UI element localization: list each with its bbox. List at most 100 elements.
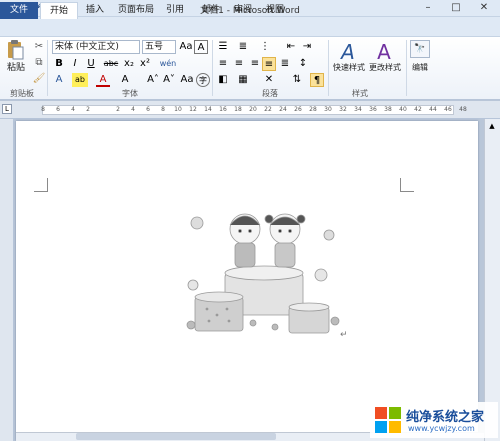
ruler-tick: 28 xyxy=(309,106,317,113)
font-size-combo[interactable]: 五号 xyxy=(142,40,176,54)
ruler-tick: 36 xyxy=(369,106,377,113)
restore-button[interactable]: □ xyxy=(442,0,470,16)
ruler-tick: 32 xyxy=(339,106,347,113)
change-styles-button[interactable]: 更改样式 xyxy=(366,62,404,76)
grow-font-button[interactable]: A˄ xyxy=(146,73,160,87)
ruler-tick: 14 xyxy=(204,106,212,113)
copy-icon[interactable]: ⧉ xyxy=(32,56,46,70)
distributed-icon[interactable]: ≣ xyxy=(278,57,292,71)
bold-button[interactable]: B xyxy=(52,57,66,71)
group-divider xyxy=(328,40,329,96)
strikethrough-button[interactable]: abc xyxy=(102,57,120,71)
numbering-icon[interactable]: ≣ xyxy=(236,40,250,54)
justify-icon[interactable]: ≡ xyxy=(262,57,276,71)
format-painter-icon[interactable]: 🖌 xyxy=(32,72,46,86)
ruler-tick: 26 xyxy=(294,106,302,113)
align-left-icon[interactable]: ≡ xyxy=(216,57,230,71)
ruler-tick: 10 xyxy=(174,106,182,113)
underline-button[interactable]: U xyxy=(84,57,98,71)
cut-icon[interactable]: ✂ xyxy=(32,40,46,54)
line-spacing-icon[interactable]: ↕ xyxy=(296,57,310,71)
ruler-tick: 8 xyxy=(41,106,45,113)
cartoon-kids-picture[interactable] xyxy=(183,205,343,339)
ruler-tick: 6 xyxy=(146,106,150,113)
paste-icon[interactable] xyxy=(6,40,24,60)
ruler-tick: 42 xyxy=(414,106,422,113)
align-right-icon[interactable]: ≡ xyxy=(248,57,262,71)
grow-font-icon[interactable]: Aa xyxy=(179,40,193,54)
show-marks-icon[interactable]: ¶ xyxy=(310,73,324,87)
vertical-ruler xyxy=(0,119,14,441)
ruler-tick: 38 xyxy=(384,106,392,113)
chinese-layout-icon[interactable]: ✕ xyxy=(262,73,276,87)
ruler-tick: 2 xyxy=(116,106,120,113)
superscript-button[interactable]: x² xyxy=(138,57,152,71)
tab-selector-icon[interactable]: L xyxy=(2,104,12,114)
ribbon-tab-row xyxy=(0,17,500,36)
ruler-tick: 44 xyxy=(429,106,437,113)
char-shading-button[interactable]: A xyxy=(118,73,132,87)
quick-styles-button[interactable]: 快速样式 xyxy=(330,62,368,76)
watermark-brand: 纯净系统之家 xyxy=(406,410,485,425)
paragraph-group-label: 段落 xyxy=(262,89,278,98)
ruler-tick: 22 xyxy=(264,106,272,113)
italic-button[interactable]: I xyxy=(68,57,82,71)
multilevel-list-icon[interactable]: ⋮ xyxy=(258,40,272,54)
align-center-icon[interactable]: ≡ xyxy=(232,57,246,71)
tab-insert[interactable]: 插入 xyxy=(80,2,110,19)
paragraph-mark: ↵ xyxy=(340,330,348,340)
ruler-tick: 46 xyxy=(444,106,452,113)
bullets-icon[interactable]: ☰ xyxy=(216,40,230,54)
ruler-tick: 40 xyxy=(399,106,407,113)
change-styles-icon[interactable]: A xyxy=(372,40,396,64)
font-name-combo[interactable]: 宋体 (中文正文) xyxy=(52,40,140,54)
shading-icon[interactable]: ◧ xyxy=(216,73,230,87)
editing-button[interactable]: 编辑 xyxy=(406,62,434,76)
font-group-label: 字体 xyxy=(122,89,138,98)
borders-icon[interactable]: ▦ xyxy=(236,73,250,87)
quick-styles-icon[interactable]: A xyxy=(336,40,360,64)
ruler-tick: 16 xyxy=(219,106,227,113)
ruler-tick: 6 xyxy=(56,106,60,113)
ruler-tick: 24 xyxy=(279,106,287,113)
ruler-tick: 18 xyxy=(234,106,242,113)
minimize-button[interactable]: – xyxy=(414,0,442,16)
highlight-color-button[interactable]: ab xyxy=(72,73,88,87)
char-border-icon[interactable]: A xyxy=(194,40,208,54)
ruler-tick: 4 xyxy=(71,106,75,113)
ruler-tick: 4 xyxy=(131,106,135,113)
ruler-tick: 20 xyxy=(249,106,257,113)
tab-view[interactable]: 视图 xyxy=(260,2,290,19)
horizontal-scroll-thumb[interactable] xyxy=(76,433,276,440)
tab-review[interactable]: 审阅 xyxy=(228,2,258,19)
tab-home[interactable]: 开始 xyxy=(40,2,78,19)
margin-corner-top-left xyxy=(34,178,48,192)
vertical-scrollbar[interactable] xyxy=(484,119,500,441)
increase-indent-icon[interactable]: ⇥ xyxy=(300,40,314,54)
tab-page-layout[interactable]: 页面布局 xyxy=(112,2,160,19)
watermark-logo-icon xyxy=(375,407,401,433)
decrease-indent-icon[interactable]: ⇤ xyxy=(284,40,298,54)
tab-file[interactable]: 文件 xyxy=(0,2,38,19)
ruler-tick: 8 xyxy=(161,106,165,113)
font-color-button[interactable]: A xyxy=(96,73,110,87)
enclose-characters-button[interactable]: 字 xyxy=(196,73,210,87)
ruler-tick: 30 xyxy=(324,106,332,113)
find-icon[interactable]: 🔭 xyxy=(410,40,430,58)
shrink-font-button[interactable]: A˅ xyxy=(162,73,176,87)
subscript-button[interactable]: x₂ xyxy=(122,57,136,71)
close-button[interactable]: ✕ xyxy=(470,0,498,16)
ruler-tick: 48 xyxy=(459,106,467,113)
paste-button[interactable]: 粘贴 xyxy=(3,62,29,76)
margin-corner-top-right xyxy=(400,178,414,192)
phonetic-guide-button[interactable]: wén xyxy=(158,57,178,71)
ruler-tick: 12 xyxy=(189,106,197,113)
text-effects-icon[interactable]: A xyxy=(52,73,66,87)
tab-references[interactable]: 引用 xyxy=(160,2,190,19)
scroll-up-icon[interactable]: ▲ xyxy=(488,122,496,130)
sort-icon[interactable]: ⇅ xyxy=(290,73,304,87)
change-case-button[interactable]: Aa xyxy=(180,73,194,87)
tab-mailings[interactable]: 邮件 xyxy=(196,2,226,19)
ruler-tick: 2 xyxy=(86,106,90,113)
watermark-badge: 纯净系统之家 www.ycwjzy.com xyxy=(370,402,498,438)
